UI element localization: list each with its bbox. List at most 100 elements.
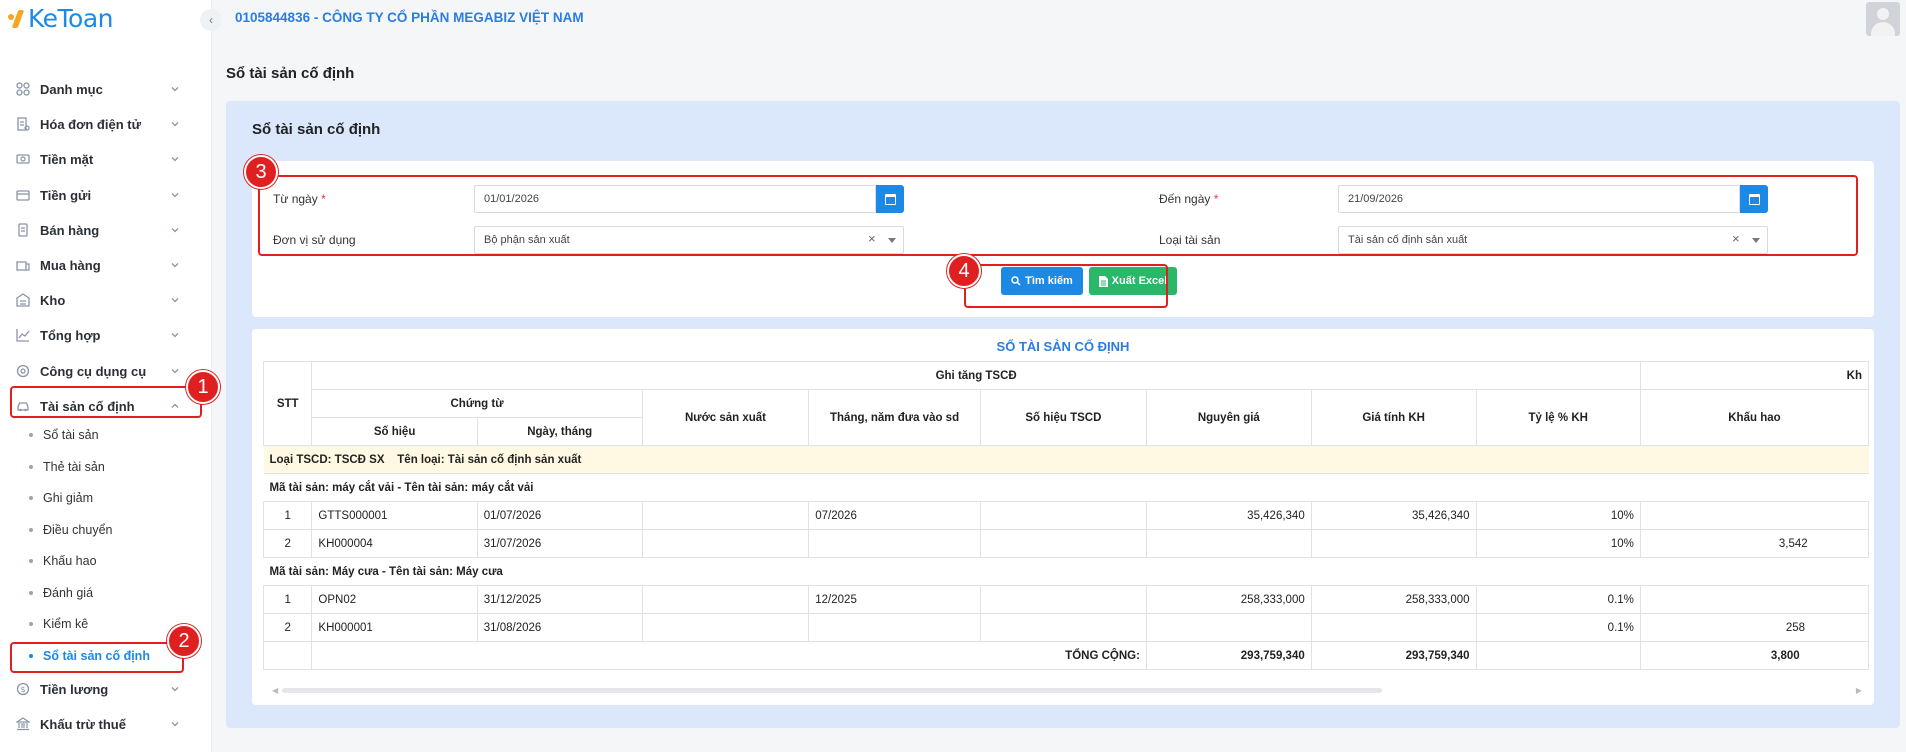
cell-stt: 2 [263,529,313,558]
warehouse-icon [15,292,31,308]
chevron-down-icon [170,154,180,164]
table-row[interactable]: 1 GTTS000001 01/07/2026 07/2026 35,426,3… [263,501,1869,530]
sub-item-the-tai-san[interactable]: Thẻ tài sản [0,452,212,482]
cell-khau-hao: 258 [1639,613,1869,642]
bullet-dot [29,528,33,532]
bullet-dot [29,622,33,626]
sidebar-item-kho[interactable]: Kho [0,283,212,317]
sidebar-item-label: Danh mục [40,81,103,97]
chevron-down-icon [170,719,180,729]
sidebar-item-label: Tiền gửi [40,187,92,203]
cell-ngay: 31/07/2026 [476,529,643,558]
cell-nuoc [641,529,810,558]
cell-so-hieu-tscd [979,585,1147,614]
sidebar-item-label: Hóa đơn điện tử [40,116,141,132]
sidebar-item-tien-mat[interactable]: Tiền mặt [0,142,212,176]
sidebar-item-tien-gui[interactable]: Tiền gửi [0,178,212,212]
company-name[interactable]: 0105844836 - CÔNG TY CỔ PHẦN MEGABIZ VIỆ… [235,10,584,25]
sidebar-item-khau-tru-thue[interactable]: Khấu trừ thuế [0,707,212,741]
cell-nuoc [641,613,810,642]
cell-ty-le: 10% [1475,501,1641,530]
sub-item-label: Điều chuyển [43,523,113,537]
cell-khau-hao: 3,542 [1639,529,1869,558]
sidebar-item-tien-luong[interactable]: $ Tiền lương [0,672,212,706]
sidebar-item-cong-cu[interactable]: Công cụ dụng cụ [0,354,212,388]
cell-nguyen-gia: 258,333,000 [1145,585,1312,614]
cell-stt: 2 [263,613,313,642]
scroll-left-arrow-icon[interactable]: ◀ [272,686,278,695]
chevron-down-icon [170,225,180,235]
bullet-dot [29,559,33,563]
col-so-hieu: Số hiệu [311,417,478,446]
cell-ty-le: 0.1% [1475,585,1641,614]
col-ngay-thang: Ngày, tháng [476,417,643,446]
sub-item-khau-hao[interactable]: Khấu hao [0,546,212,576]
sidebar-item-tong-hop[interactable]: Tổng hợp [0,318,212,352]
cell-so-hieu: KH000001 [311,613,478,642]
col-khau-hao-group: Kh [1639,361,1869,390]
annotation-box-3 [258,175,1858,256]
chart-line-icon [15,327,31,343]
cell-gia-tinh [1310,529,1477,558]
sidebar-item-ban-hang[interactable]: Bán hàng [0,213,212,247]
sub-item-danh-gia[interactable]: Đánh giá [0,578,212,608]
cell-stt: 1 [263,501,313,530]
total-empty-cell [263,641,313,670]
total-gia-tinh: 293,759,340 [1310,641,1477,670]
sub-item-label: Ghi giảm [43,491,94,505]
sub-item-label: Kiểm kê [43,617,89,631]
sub-item-label: Sổ tài sản [43,428,99,442]
horizontal-scrollbar[interactable]: ◀ ▶ [272,686,1872,695]
sub-item-label: Thẻ tài sản [43,460,105,474]
cell-khau-hao [1639,585,1869,614]
tools-icon [15,363,31,379]
annotation-badge-3: 3 [244,155,278,189]
sidebar-collapse-button[interactable]: ‹ [200,9,222,31]
sub-item-ghi-giam[interactable]: Ghi giảm [0,483,212,513]
sub-item-dieu-chuyen[interactable]: Điều chuyển [0,515,212,545]
user-avatar[interactable] [1866,2,1900,36]
sales-icon [15,222,31,238]
annotation-box-2 [10,642,184,673]
sidebar-item-mua-hang[interactable]: Mua hàng [0,248,212,282]
scrollbar-thumb[interactable] [282,688,1382,693]
total-label: TỔNG CỘNG: [311,641,1147,670]
cell-so-hieu: KH000004 [311,529,478,558]
col-nguyen-gia: Nguyên giá [1145,389,1312,446]
chevron-down-icon [170,260,180,270]
sidebar-item-label: Bán hàng [40,222,100,238]
sub-item-label: Khấu hao [43,554,97,568]
bank-card-icon [15,187,31,203]
sidebar-item-label: Kho [40,292,66,308]
col-so-hieu-tscd: Số hiệu TSCD [979,389,1147,446]
sub-item-so-tai-san[interactable]: Sổ tài sản [0,420,212,450]
total-khau-hao: 3,800 [1639,641,1869,670]
table-row[interactable]: 2 KH000004 31/07/2026 10% 3,542 [263,529,1869,558]
cash-icon [15,151,31,167]
app-logo[interactable]: KeToan [8,4,114,33]
dollar-circle-icon: $ [15,681,31,697]
top-bar: 0105844836 - CÔNG TY CỔ PHẦN MEGABIZ VIỆ… [213,0,1906,50]
sidebar-item-label: Tiền mặt [40,151,94,167]
col-khau-hao: Khấu hao [1639,389,1869,446]
cell-ngay: 01/07/2026 [476,501,643,530]
col-nuoc-san-xuat: Nước sản xuất [641,389,810,446]
chevron-down-icon [170,684,180,694]
cell-so-hieu-tscd [979,501,1147,530]
sidebar-item-hoa-don[interactable]: Hóa đơn điện tử [0,107,212,141]
purchase-icon [15,257,31,273]
asset-header-row: Mã tài sản: máy cắt vải - Tên tài sản: m… [263,473,1869,502]
cell-stt: 1 [263,585,313,614]
avatar-head [1877,8,1889,20]
sidebar-item-danh-muc[interactable]: Danh mục [0,72,212,106]
chevron-down-icon [170,366,180,376]
scroll-right-arrow-icon[interactable]: ▶ [1856,686,1862,695]
report-table: STT Ghi tăng TSCĐ Kh Chứng từ Nước sản x… [263,361,1869,670]
table-row[interactable]: 2 KH000001 31/08/2026 0.1% 258 [263,613,1869,642]
cell-nguyen-gia [1145,529,1312,558]
asset-header-row: Mã tài sản: Máy cưa - Tên tài sản: Máy c… [263,557,1869,586]
chevron-down-icon [170,190,180,200]
table-row[interactable]: 1 OPN02 31/12/2025 12/2025 258,333,000 2… [263,585,1869,614]
bullet-dot [29,433,33,437]
sub-item-label: Đánh giá [43,586,94,600]
